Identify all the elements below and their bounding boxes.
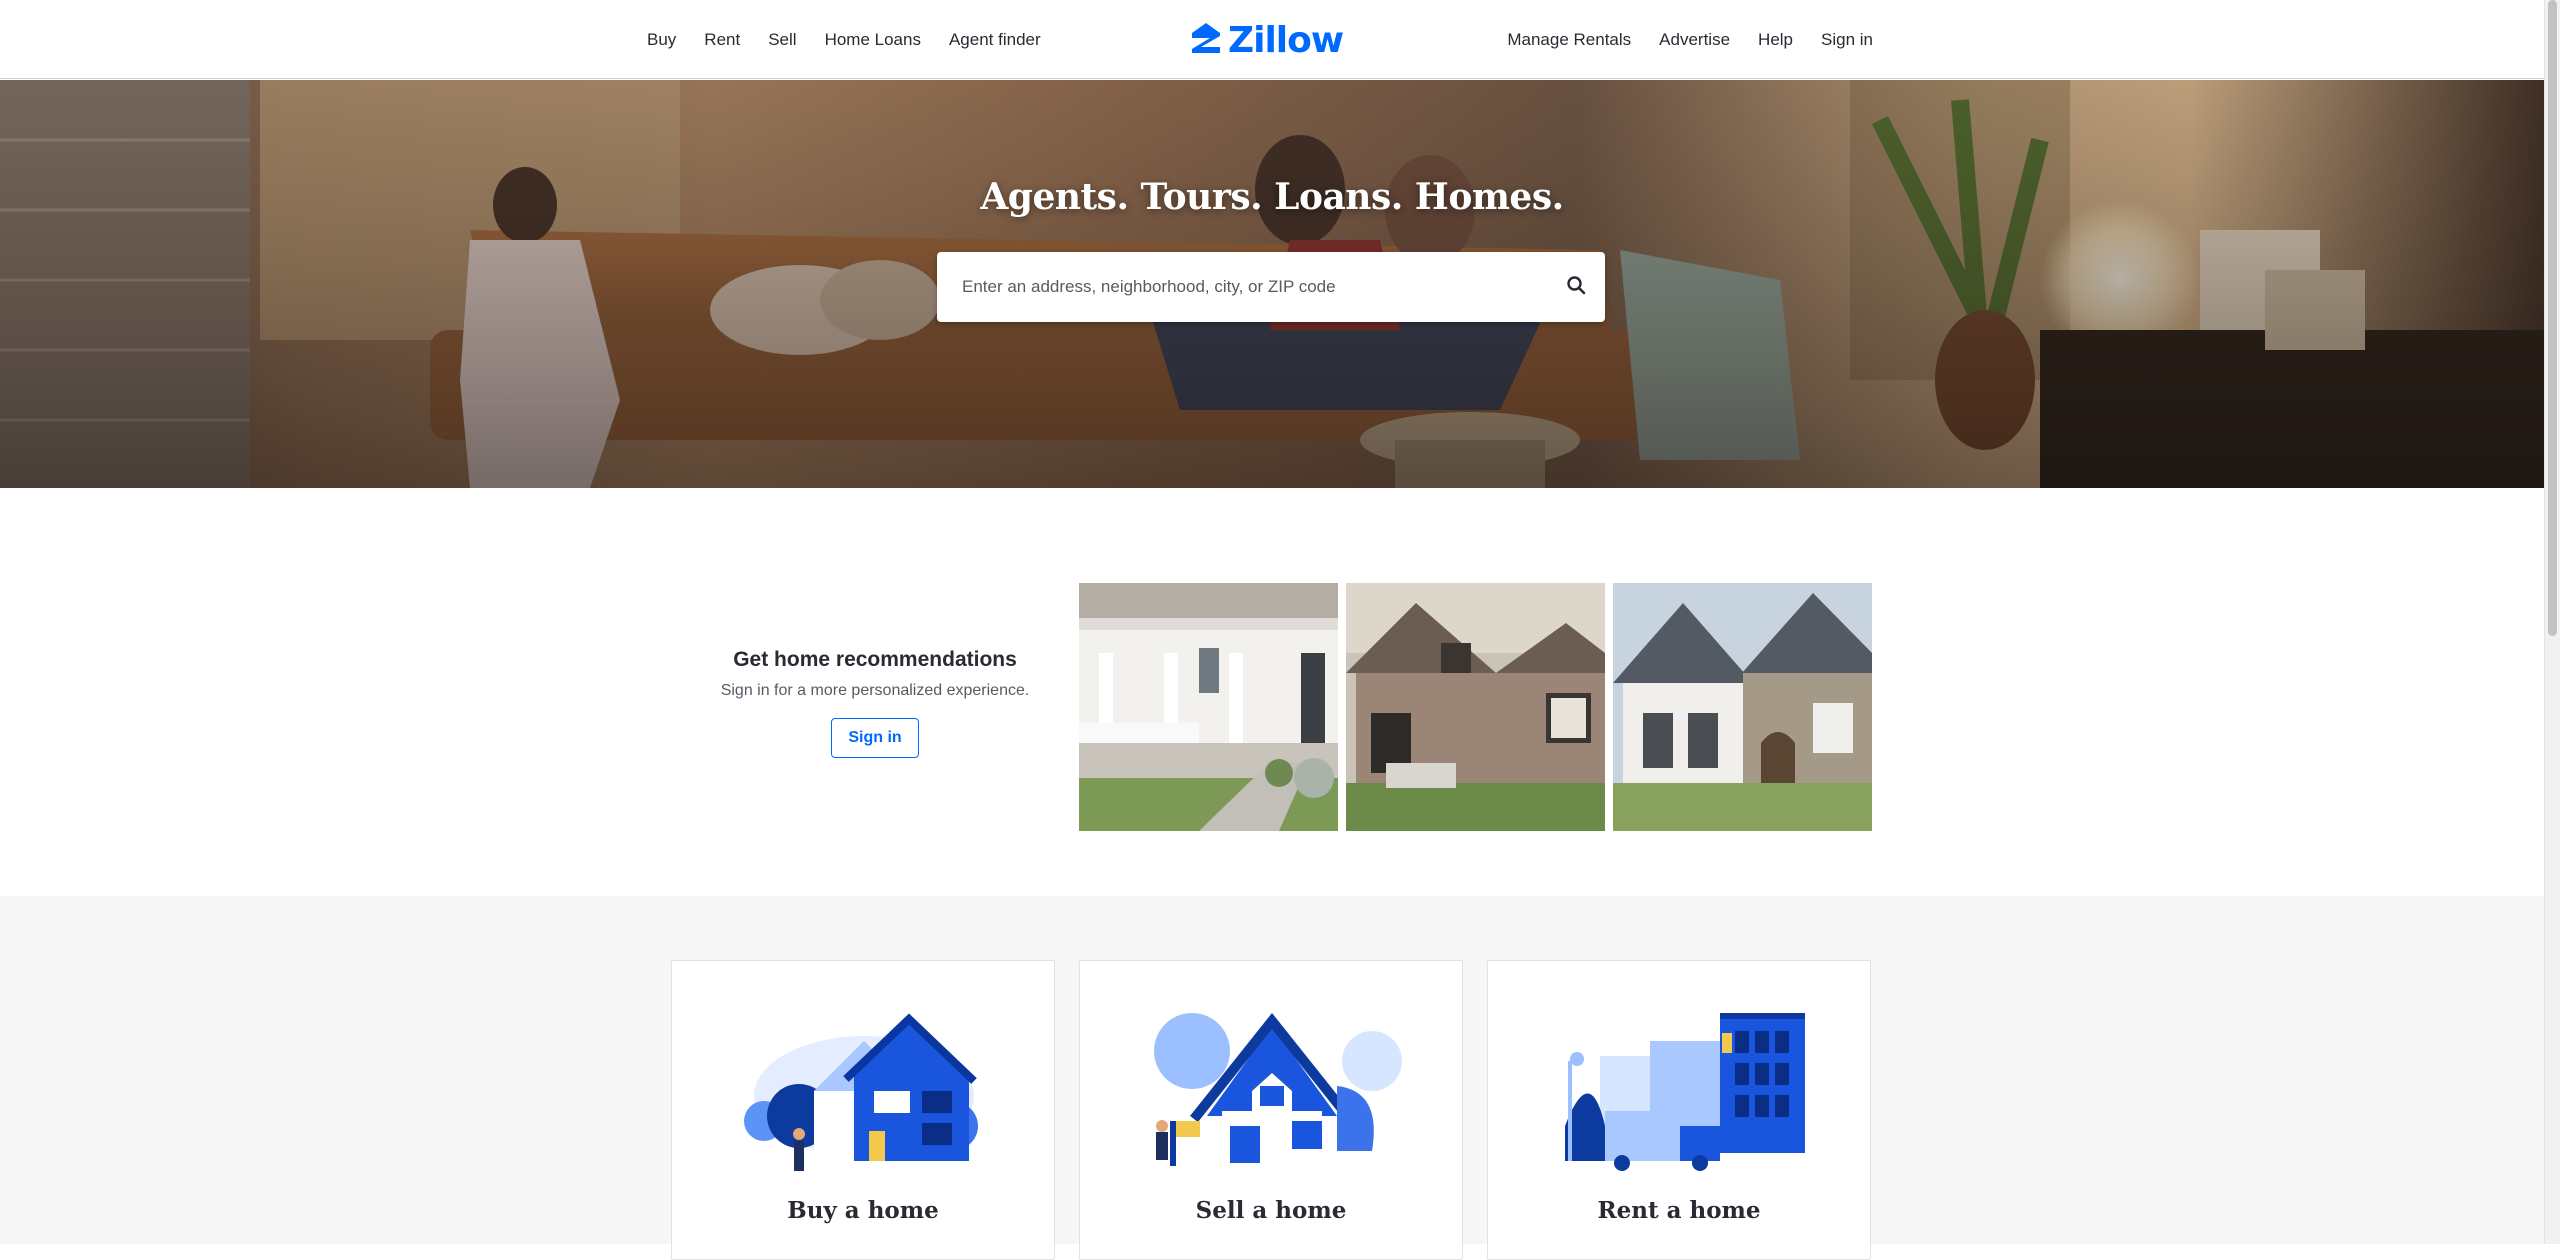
search-icon [1566,275,1586,300]
search-button[interactable] [1547,252,1605,322]
zillow-z-logo-icon [1190,21,1222,60]
card-rent-a-home[interactable]: Rent a home [1487,960,1871,1260]
house-photo-stone [1613,583,1872,831]
recommendations-subtitle: Sign in for a more personalized experien… [720,682,1030,699]
secondary-nav: Manage Rentals Advertise Help Sign in [1507,0,1873,79]
nav-advertise[interactable]: Advertise [1659,30,1730,50]
nav-home-loans[interactable]: Home Loans [825,30,921,50]
nav-buy[interactable]: Buy [647,30,676,50]
scrollbar-thumb[interactable] [2548,0,2557,636]
hero-headline: Agents. Tours. Loans. Homes. [980,176,1564,218]
rent-home-illustration-icon [1565,1013,1805,1171]
sell-home-illustration-icon [1154,1012,1402,1166]
nav-rent[interactable]: Rent [704,30,740,50]
hero-banner: Agents. Tours. Loans. Homes. [0,80,2544,488]
buy-home-illustration-icon [744,1013,978,1171]
recommendations-text: Get home recommendations Sign in for a m… [700,648,1050,758]
nav-sell[interactable]: Sell [768,30,796,50]
services-section: Buy a home Sell a home Rent a home [0,896,2544,1260]
nav-manage-rentals[interactable]: Manage Rentals [1507,30,1631,50]
card-rent-title: Rent a home [1597,1197,1761,1224]
nav-agent-finder[interactable]: Agent finder [949,30,1041,50]
address-search-box [937,252,1605,322]
primary-nav: Buy Rent Sell Home Loans Agent finder [647,0,1041,79]
card-sell-title: Sell a home [1195,1197,1347,1224]
recommendations-section: Get home recommendations Sign in for a m… [0,488,2544,896]
address-search-input[interactable] [937,252,1547,322]
recommendations-sign-in-button[interactable]: Sign in [831,718,919,758]
site-header: Buy Rent Sell Home Loans Agent finder Zi… [0,0,2544,79]
page-scrollbar[interactable] [2544,0,2560,1244]
zillow-logo[interactable]: Zillow [1190,19,1344,61]
recommendations-title: Get home recommendations [733,648,1017,671]
card-buy-a-home[interactable]: Buy a home [671,960,1055,1260]
logo-wordmark: Zillow [1228,19,1344,61]
card-sell-a-home[interactable]: Sell a home [1079,960,1463,1260]
nav-sign-in[interactable]: Sign in [1821,30,1873,50]
house-photo-white-porch [1079,583,1338,831]
house-photo-craftsman [1346,583,1605,831]
nav-help[interactable]: Help [1758,30,1793,50]
card-buy-title: Buy a home [787,1197,939,1224]
